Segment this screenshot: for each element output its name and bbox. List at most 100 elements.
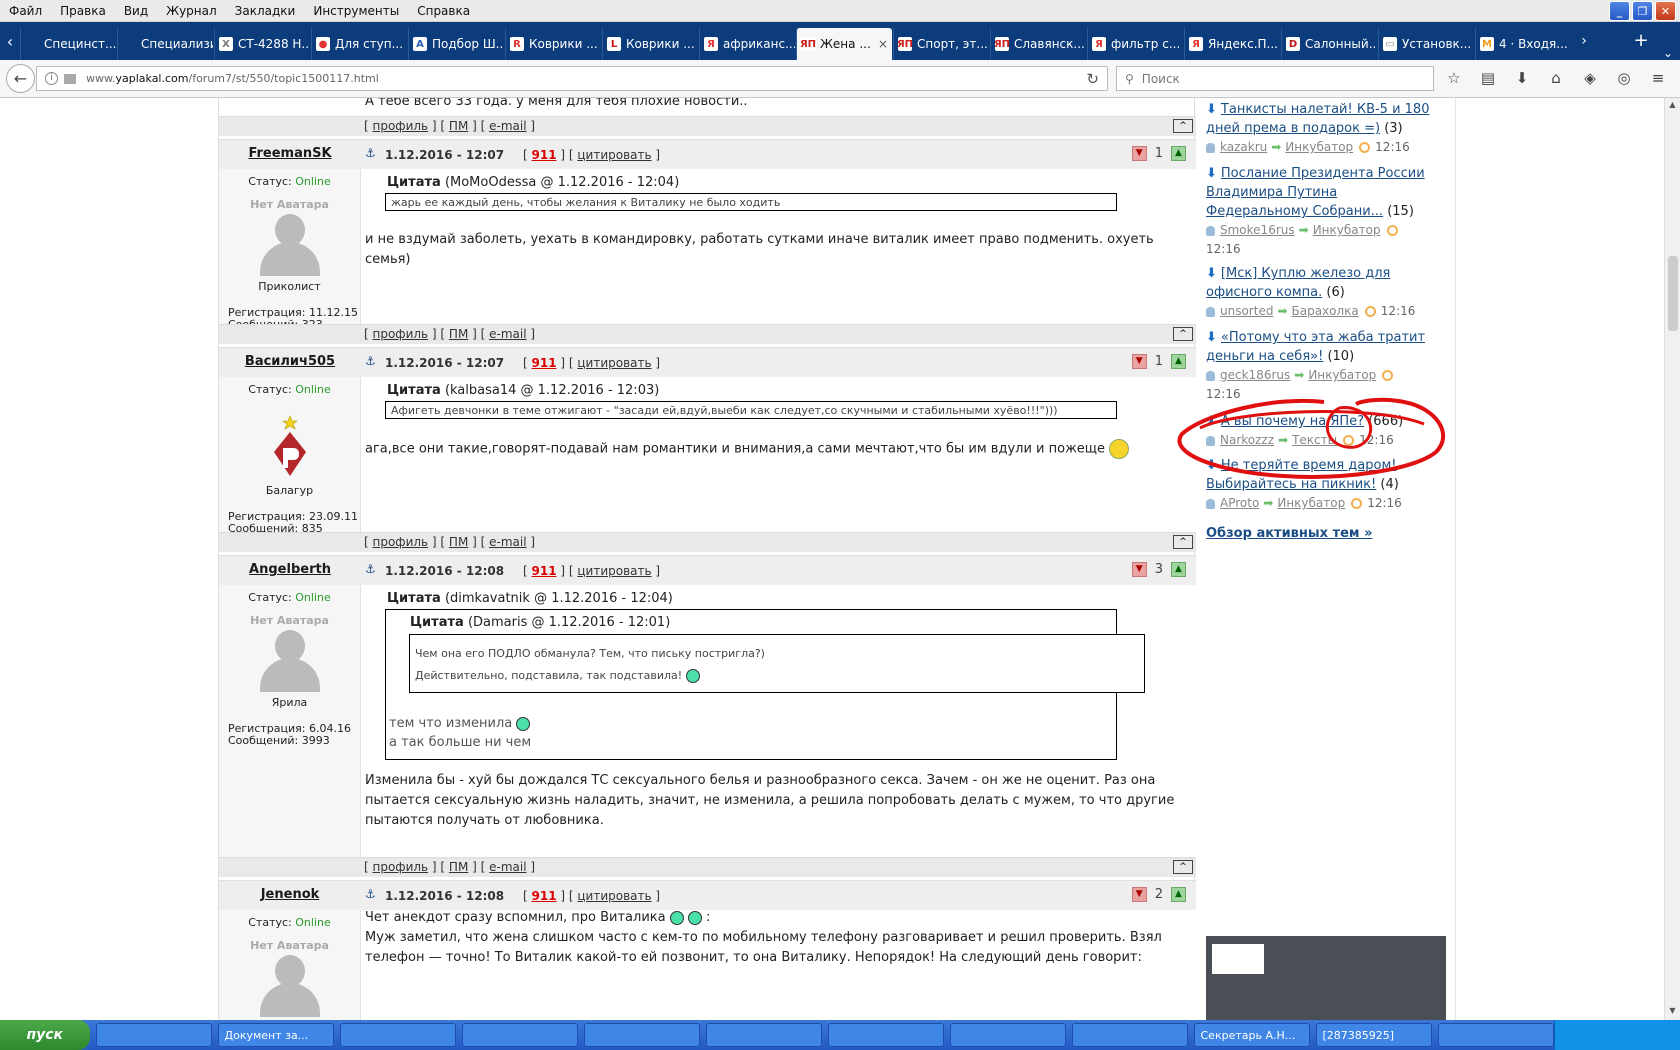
tab-item[interactable]: M 4 · Входя...: [1475, 28, 1571, 60]
menu-history[interactable]: Журнал: [157, 4, 226, 18]
profile-link[interactable]: профиль: [373, 327, 429, 341]
quote-link[interactable]: цитировать: [577, 889, 651, 903]
new-tab-button[interactable]: +: [1626, 22, 1656, 60]
vote-up-icon[interactable]: ▲: [1171, 354, 1186, 369]
avatar[interactable]: [250, 406, 330, 482]
scroll-top-icon[interactable]: ^: [1173, 327, 1193, 341]
tab-item[interactable]: Специализиро...: [117, 28, 213, 60]
back-button[interactable]: ←: [6, 64, 35, 93]
vote-up-icon[interactable]: ▲: [1171, 562, 1186, 577]
topic-title-link[interactable]: Не теряйте время даром! Выбирайтесь на п…: [1206, 458, 1396, 492]
topic-title-link[interactable]: «Потому что эта жаба тратит деньги на се…: [1206, 330, 1425, 364]
post-author[interactable]: Василич505: [219, 354, 361, 369]
post-author[interactable]: Jenenok: [219, 887, 361, 902]
menu-view[interactable]: Вид: [115, 4, 157, 18]
start-button[interactable]: пуск: [0, 1020, 90, 1050]
close-window-button[interactable]: ✕: [1655, 1, 1676, 21]
menu-help[interactable]: Справка: [408, 4, 479, 18]
tab-item[interactable]: ЯП Славянск...: [990, 28, 1086, 60]
topic-section-link[interactable]: Инкубатор: [1285, 140, 1353, 154]
pocket-icon[interactable]: ◈: [1580, 68, 1600, 88]
tab-item[interactable]: ЯП Жена ... ×: [796, 28, 892, 60]
topic-author-link[interactable]: Smoke16rus: [1220, 223, 1295, 237]
post-author[interactable]: FreemanSK: [219, 146, 361, 161]
taskbar-window-button[interactable]: [1071, 1023, 1188, 1047]
tabs-scroll-left-icon[interactable]: ‹: [0, 22, 20, 60]
pm-link[interactable]: ПМ: [449, 860, 468, 874]
tab-item[interactable]: Специнст...: [20, 28, 116, 60]
taskbar-window-button[interactable]: Секретарь А.Н...: [1193, 1023, 1310, 1047]
menu-tools[interactable]: Инструменты: [304, 4, 408, 18]
restore-button[interactable]: ❐: [1632, 1, 1653, 21]
taskbar-window-button[interactable]: Документ за...: [217, 1023, 334, 1047]
reload-icon[interactable]: ↻: [1086, 70, 1099, 88]
site-info-icon[interactable]: i: [45, 72, 58, 85]
taskbar-window-button[interactable]: [583, 1023, 700, 1047]
tab-item[interactable]: D Салонный...: [1281, 28, 1377, 60]
taskbar-window-button[interactable]: [827, 1023, 944, 1047]
bookmark-star-icon[interactable]: ☆: [1444, 68, 1464, 88]
email-link[interactable]: e-mail: [489, 535, 526, 549]
minimize-button[interactable]: _: [1609, 1, 1630, 21]
post-author[interactable]: Angelberth: [219, 562, 361, 577]
tabs-scroll-right-icon[interactable]: ›: [1572, 22, 1596, 60]
topic-author-link[interactable]: Narkozzz: [1220, 433, 1274, 447]
avatar[interactable]: Нет Аватара: [250, 198, 330, 278]
profile-link[interactable]: профиль: [373, 119, 429, 133]
sidebar-banner[interactable]: [1206, 936, 1446, 1020]
home-icon[interactable]: ⌂: [1546, 68, 1566, 88]
profile-link[interactable]: профиль: [373, 860, 429, 874]
scroll-down-icon[interactable]: ▼: [1667, 1006, 1678, 1018]
tab-item[interactable]: X СТ-4288 Н...: [214, 28, 310, 60]
tab-item[interactable]: L Коврики ...: [602, 28, 698, 60]
pm-link[interactable]: ПМ: [449, 119, 468, 133]
pm-link[interactable]: ПМ: [449, 327, 468, 341]
quote-link[interactable]: цитировать: [577, 356, 651, 370]
topic-section-link[interactable]: Инкубатор: [1313, 223, 1381, 237]
topic-author-link[interactable]: geck186rus: [1220, 368, 1290, 382]
taskbar-window-button[interactable]: [339, 1023, 456, 1047]
report-link[interactable]: 911: [532, 356, 557, 370]
report-link[interactable]: 911: [532, 564, 557, 578]
profile-link[interactable]: профиль: [373, 535, 429, 549]
report-link[interactable]: 911: [532, 148, 557, 162]
taskbar-window-button[interactable]: [287385925]: [1315, 1023, 1432, 1047]
scroll-top-icon[interactable]: ^: [1173, 535, 1193, 549]
vote-down-icon[interactable]: ▼: [1131, 354, 1147, 369]
menu-file[interactable]: Файл: [0, 4, 51, 18]
search-input[interactable]: ⚲ Поиск: [1116, 66, 1434, 91]
quote-link[interactable]: цитировать: [577, 564, 651, 578]
topic-section-link[interactable]: Барахолка: [1292, 304, 1359, 318]
scroll-top-icon[interactable]: ^: [1173, 860, 1193, 874]
vote-down-icon[interactable]: ▼: [1131, 146, 1147, 161]
anchor-icon[interactable]: ⚓: [365, 562, 376, 576]
topic-title-link[interactable]: [Мск] Куплю железо для офисного компа.: [1206, 266, 1390, 300]
taskbar-window-button[interactable]: [1437, 1023, 1554, 1047]
taskbar-window-button[interactable]: [95, 1023, 212, 1047]
taskbar-window-button[interactable]: [949, 1023, 1066, 1047]
tab-item[interactable]: ▭ Установк...: [1378, 28, 1474, 60]
bookmarks-list-icon[interactable]: ▤: [1478, 68, 1498, 88]
scroll-top-icon[interactable]: ^: [1173, 119, 1193, 133]
topic-section-link[interactable]: Инкубатор: [1277, 496, 1345, 510]
tab-list-icon[interactable]: ⌄: [1656, 46, 1680, 60]
tab-item[interactable]: ЯП Спорт, эт...: [893, 28, 989, 60]
email-link[interactable]: e-mail: [489, 860, 526, 874]
topic-author-link[interactable]: AProto: [1220, 496, 1259, 510]
pm-link[interactable]: ПМ: [449, 535, 468, 549]
topic-section-link[interactable]: Инкубатор: [1308, 368, 1376, 382]
topic-author-link[interactable]: kazakru: [1220, 140, 1267, 154]
tab-item[interactable]: Яфильтр с...: [1087, 28, 1183, 60]
anchor-icon[interactable]: ⚓: [365, 887, 376, 901]
quote-link[interactable]: цитировать: [577, 148, 651, 162]
active-topics-overview-link[interactable]: Обзор активных тем »: [1206, 526, 1372, 541]
topic-author-link[interactable]: unsorted: [1220, 304, 1273, 318]
scroll-up-icon[interactable]: ▲: [1667, 100, 1678, 112]
tab-close-icon[interactable]: ×: [878, 37, 888, 51]
scroll-thumb[interactable]: [1668, 256, 1678, 331]
tab-item[interactable]: ● Для ступ...: [311, 28, 407, 60]
email-link[interactable]: e-mail: [489, 327, 526, 341]
reader-icon[interactable]: [64, 73, 76, 84]
url-bar[interactable]: i www. yaplakal.com/forum7/st/550/topic15…: [36, 66, 1108, 91]
vote-up-icon[interactable]: ▲: [1171, 146, 1186, 161]
